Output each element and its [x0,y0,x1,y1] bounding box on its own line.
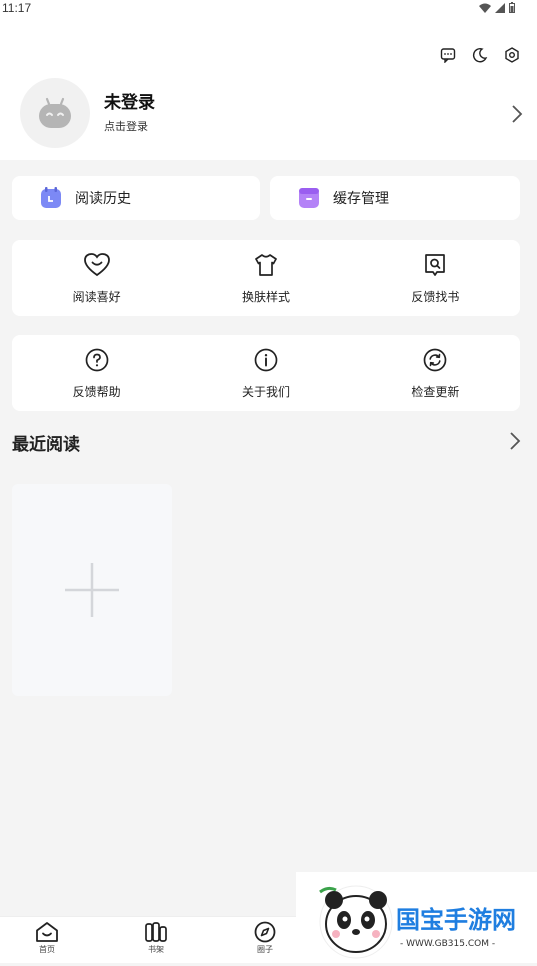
clock-calendar-icon [39,186,63,210]
cache-management-label: 缓存管理 [333,191,389,207]
about-us-button[interactable]: 关于我们 [181,335,350,411]
cache-management-button[interactable]: 缓存管理 [270,176,520,220]
bookshelf-icon [145,922,167,942]
feature-grid-2: 反馈帮助 关于我们 检查更新 [12,335,520,411]
feedback-find-book-button[interactable]: 反馈找书 [351,240,520,316]
nav-home-label: 首页 [39,945,55,954]
nav-bookshelf-label: 书架 [148,945,164,954]
check-update-button[interactable]: 检查更新 [351,335,520,411]
signal-icon [495,2,505,13]
add-book-card[interactable] [12,484,172,696]
heart-smile-icon [83,252,110,278]
reading-preference-label: 阅读喜好 [72,290,121,304]
book-search-icon [423,252,447,278]
nav-circle[interactable]: 圈子 [235,921,295,955]
feedback-help-button[interactable]: 反馈帮助 [12,335,181,411]
battery-icon [509,2,515,13]
message-icon[interactable] [439,46,457,64]
watermark: 国宝手游网 - WWW.GB315.COM - [296,872,537,962]
check-update-label: 检查更新 [411,385,460,399]
status-icons [479,2,515,13]
watermark-brand: 国宝手游网 [396,906,516,934]
watermark-url: - WWW.GB315.COM - [400,939,495,949]
status-time: 11:17 [2,1,32,15]
compass-icon [254,921,276,943]
recent-reading-title: 最近阅读 [12,435,80,455]
plus-icon [65,563,119,617]
refresh-icon [423,347,447,373]
feedback-find-book-label: 反馈找书 [411,290,460,304]
about-us-label: 关于我们 [241,385,290,399]
nav-circle-label: 圈子 [257,945,273,954]
nav-home[interactable]: 首页 [17,921,77,955]
tshirt-icon [254,252,278,278]
top-actions [439,46,521,64]
status-bar: 11:17 [0,0,537,18]
android-robot-icon [39,97,71,128]
nav-bookshelf[interactable]: 书架 [126,921,186,955]
wifi-icon [479,3,491,13]
reading-history-button[interactable]: 阅读历史 [12,176,260,220]
profile-login-hint: 点击登录 [104,120,148,133]
info-icon [254,347,278,373]
reading-history-label: 阅读历史 [75,191,131,207]
feature-grid-1: 阅读喜好 换肤样式 反馈找书 [12,240,520,316]
avatar[interactable] [20,78,90,148]
profile-login-entry[interactable]: 未登录 点击登录 [20,78,525,150]
profile-name: 未登录 [104,93,155,113]
box-icon [297,186,321,210]
recent-reading-more-icon[interactable] [509,431,521,455]
chevron-right-icon [511,104,523,128]
reading-preference-button[interactable]: 阅读喜好 [12,240,181,316]
skin-style-label: 换肤样式 [241,290,290,304]
feedback-help-label: 反馈帮助 [72,385,121,399]
question-icon [85,347,109,373]
moon-icon[interactable] [471,46,489,64]
settings-icon[interactable] [503,46,521,64]
home-icon [36,922,58,942]
skin-style-button[interactable]: 换肤样式 [181,240,350,316]
watermark-logo: 国宝手游网 - WWW.GB315.COM - [319,885,516,959]
